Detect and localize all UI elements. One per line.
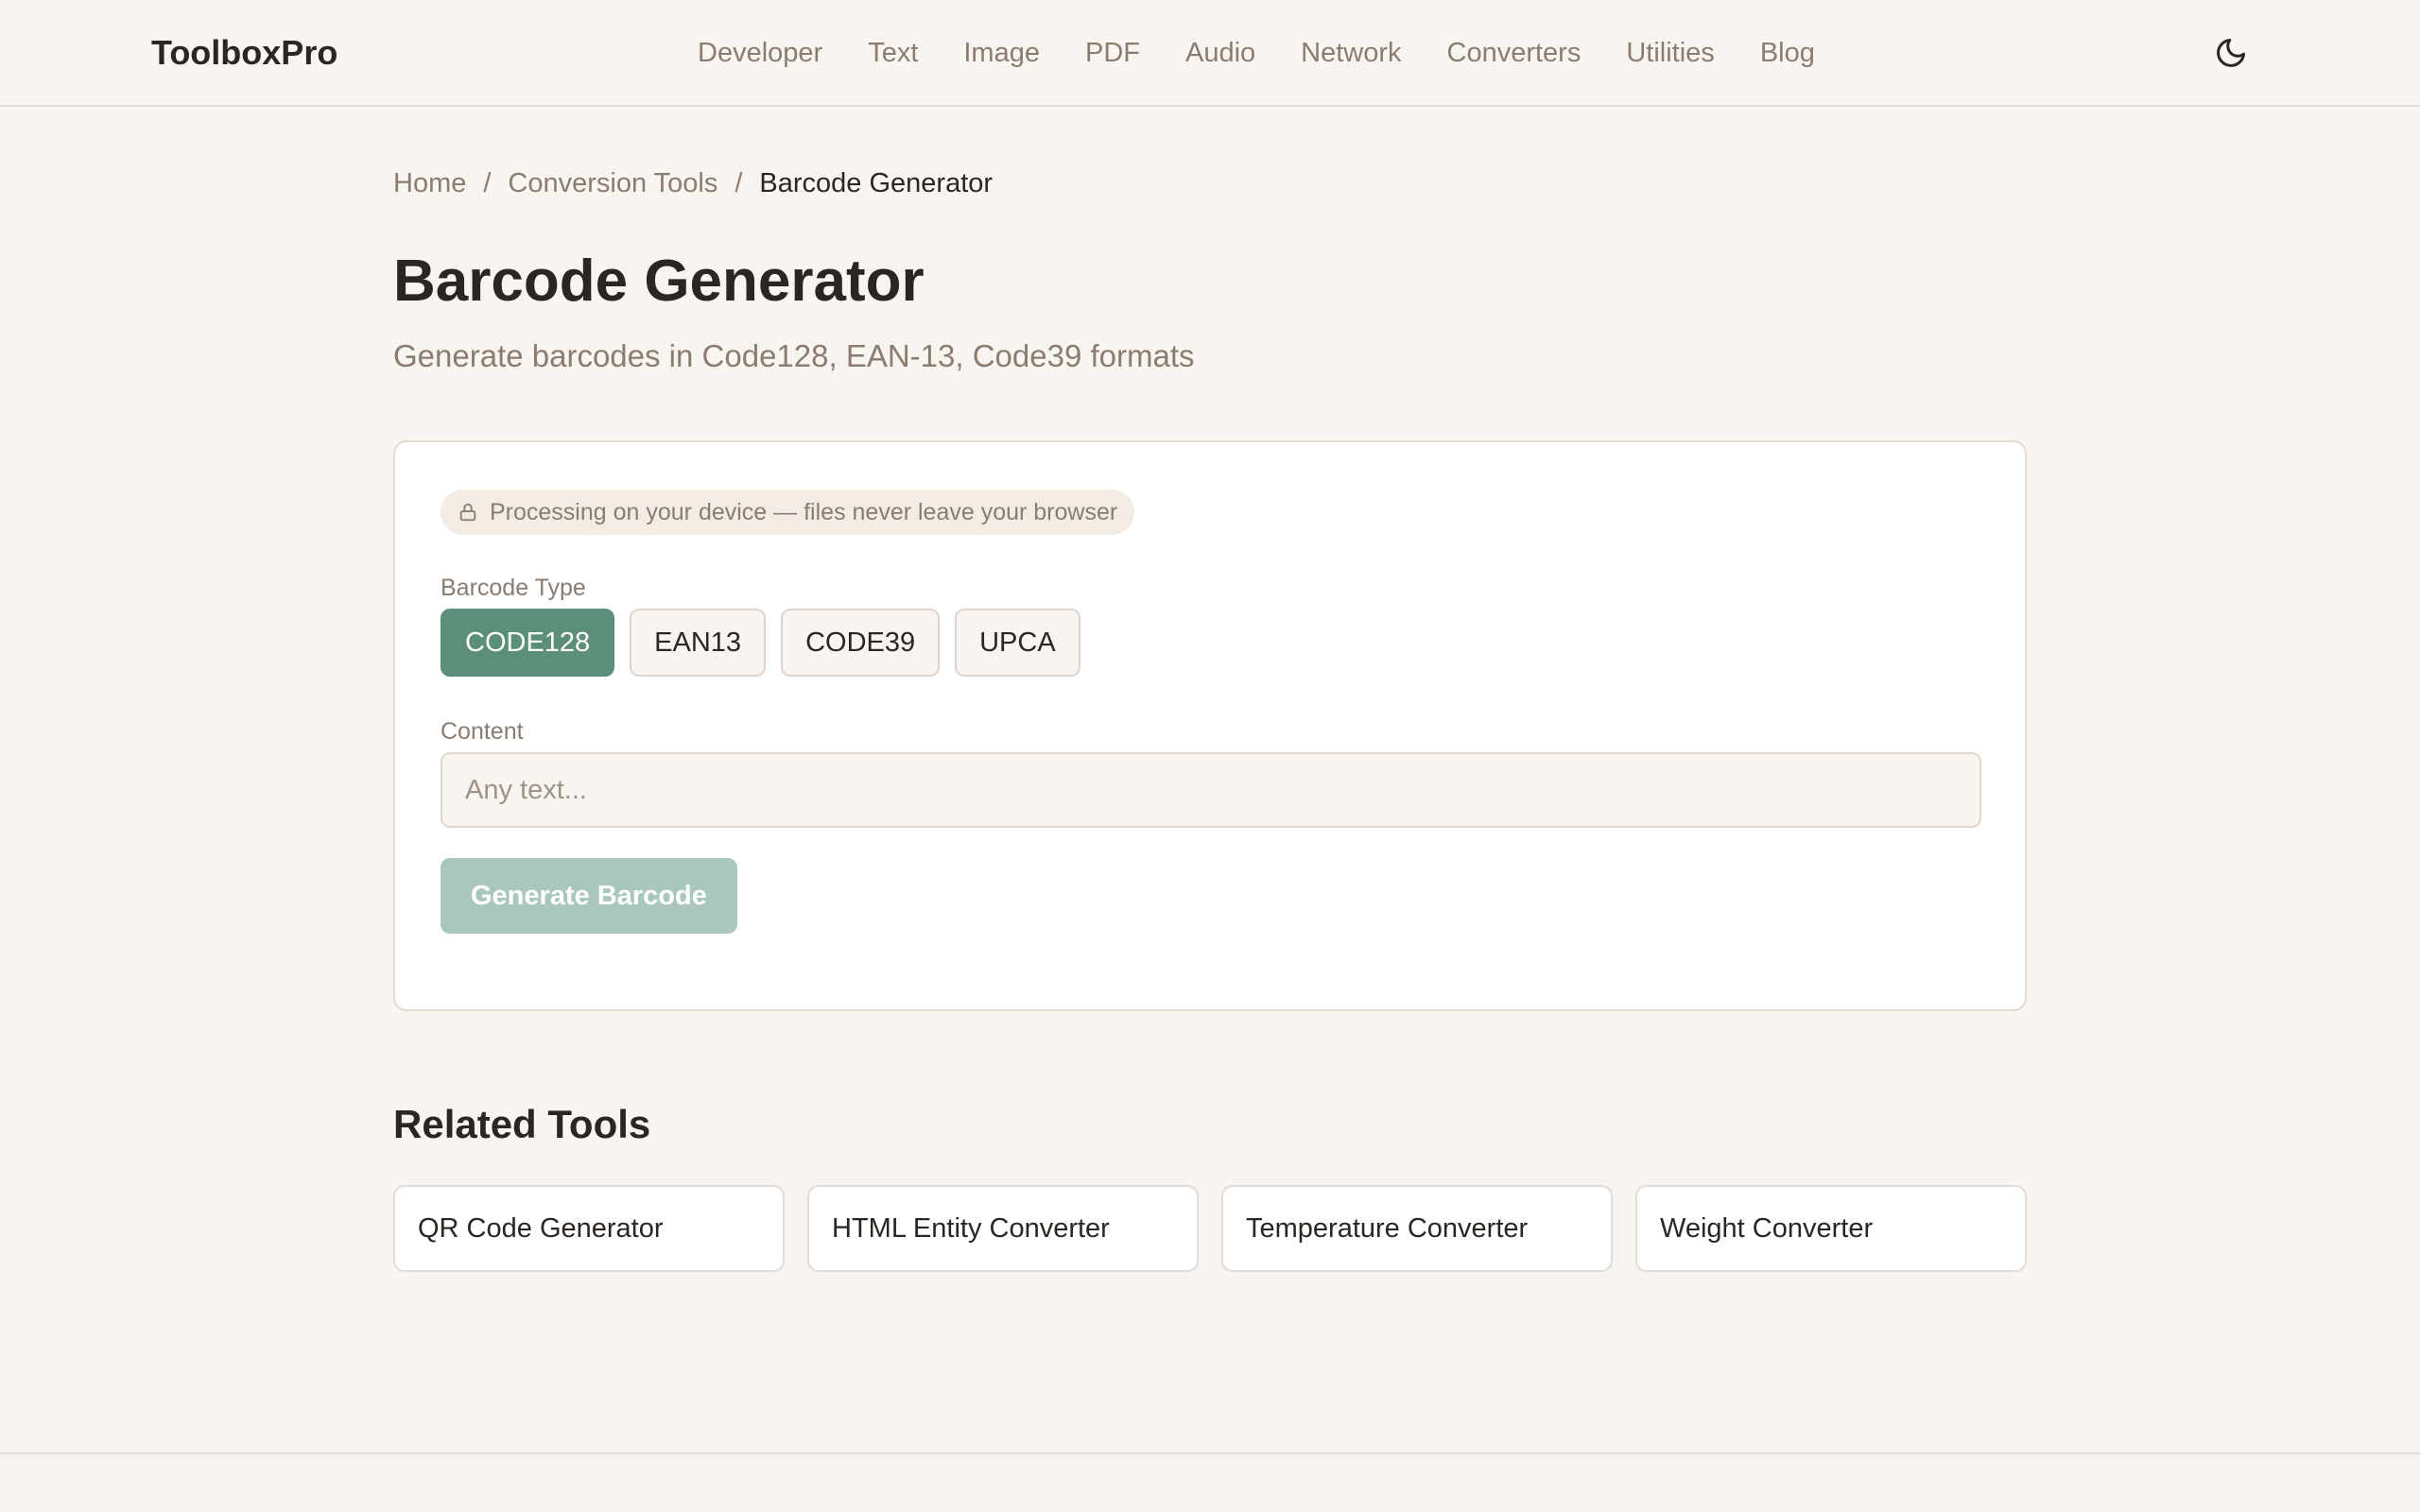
generate-barcode-button[interactable]: Generate Barcode	[441, 858, 737, 934]
nav-image[interactable]: Image	[963, 38, 1040, 69]
nav-utilities[interactable]: Utilities	[1626, 38, 1714, 69]
nav-pdf[interactable]: PDF	[1085, 38, 1140, 69]
breadcrumb-home[interactable]: Home	[393, 168, 466, 199]
breadcrumb-current: Barcode Generator	[759, 168, 994, 198]
nav-network[interactable]: Network	[1301, 38, 1401, 69]
nav-blog[interactable]: Blog	[1760, 38, 1815, 69]
barcode-type-ean13-button[interactable]: EAN13	[630, 609, 767, 677]
related-tool-html-entity-converter[interactable]: HTML Entity Converter	[807, 1185, 1199, 1272]
page-subtitle: Generate barcodes in Code128, EAN-13, Co…	[393, 338, 1195, 373]
related-tool-temperature-converter[interactable]: Temperature Converter	[1221, 1185, 1613, 1272]
lock-icon	[459, 503, 476, 522]
related-tools-heading: Related Tools	[393, 1102, 651, 1146]
barcode-type-selector: CODE128 EAN13 CODE39 UPCA	[441, 609, 1080, 677]
theme-toggle-button[interactable]	[2210, 32, 2252, 74]
nav-audio[interactable]: Audio	[1185, 38, 1255, 69]
content-input[interactable]	[441, 752, 1981, 828]
page-title: Barcode Generator	[393, 249, 925, 314]
nav-converters[interactable]: Converters	[1447, 38, 1582, 69]
nav-developer[interactable]: Developer	[698, 38, 822, 69]
brand-logo[interactable]: ToolboxPro	[151, 0, 337, 106]
barcode-type-upca-button[interactable]: UPCA	[955, 609, 1080, 677]
content-label: Content	[441, 718, 524, 745]
related-tools-list: QR Code Generator HTML Entity Converter …	[393, 1185, 2027, 1272]
breadcrumb-separator: /	[735, 168, 743, 198]
tool-card: Processing on your device — files never …	[393, 440, 2027, 1011]
footer-divider	[0, 1452, 2420, 1454]
breadcrumb: Home / Conversion Tools / Barcode Genera…	[393, 168, 993, 199]
privacy-note: Processing on your device — files never …	[490, 498, 1118, 525]
related-tool-qr-code-generator[interactable]: QR Code Generator	[393, 1185, 785, 1272]
breadcrumb-separator: /	[483, 168, 492, 198]
nav-text[interactable]: Text	[868, 38, 918, 69]
related-tool-weight-converter[interactable]: Weight Converter	[1635, 1185, 2027, 1272]
breadcrumb-conversion-tools[interactable]: Conversion Tools	[508, 168, 717, 199]
top-navbar: ToolboxPro Developer Text Image PDF Audi…	[0, 0, 2420, 107]
barcode-type-label: Barcode Type	[441, 575, 586, 601]
moon-icon	[2217, 39, 2245, 67]
barcode-type-code39-button[interactable]: CODE39	[781, 609, 941, 677]
main-nav: Developer Text Image PDF Audio Network C…	[698, 0, 1860, 106]
barcode-type-code128-button[interactable]: CODE128	[441, 609, 615, 677]
privacy-badge: Processing on your device — files never …	[441, 490, 1135, 535]
